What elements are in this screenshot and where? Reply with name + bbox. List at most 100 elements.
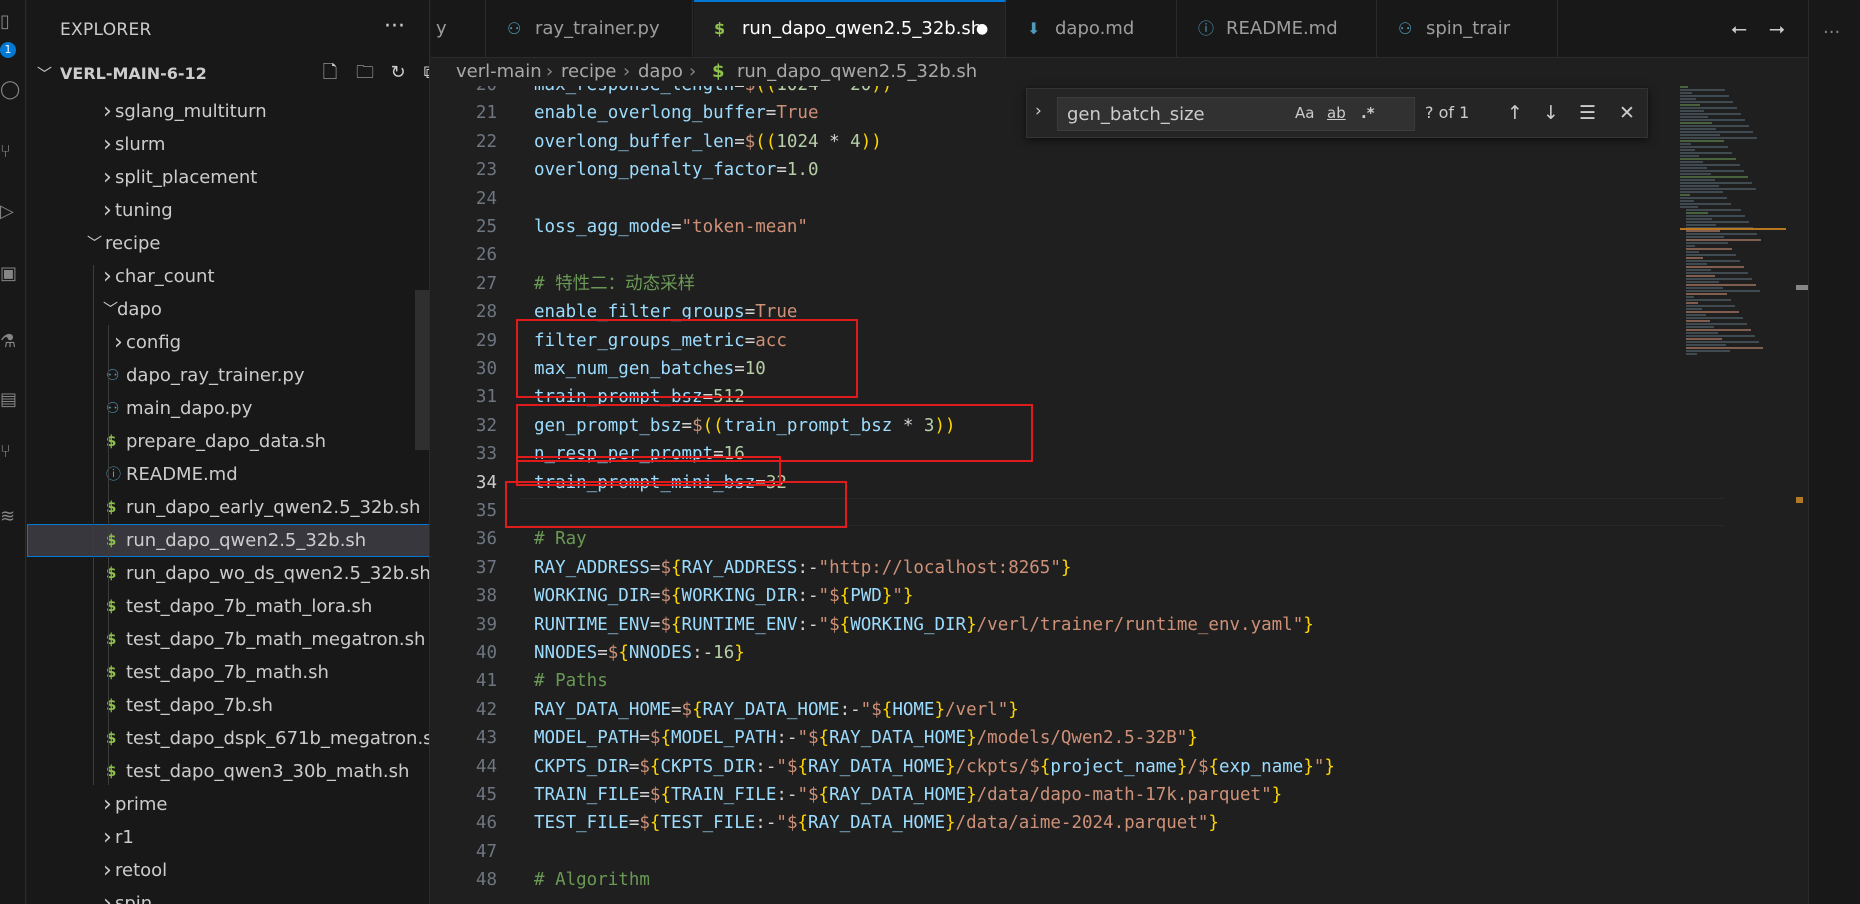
line-number: 45 [475, 785, 497, 805]
tab-ray-trainer-py[interactable]: ⚇ ray_trainer.py [487, 0, 693, 57]
tree-item-label: recipe [105, 233, 161, 254]
tab-readme-md[interactable]: ⓘ README.md [1178, 0, 1377, 57]
code-line[interactable]: 40 NNODES=${NNODES:-16} [431, 639, 1808, 667]
extensions-icon[interactable]: ▣ [0, 262, 22, 286]
code-line[interactable]: 26 [431, 241, 1808, 269]
tab-spin-trair[interactable]: ⚇ spin_trair [1378, 0, 1558, 57]
tree-item-slurm[interactable]: › slurm [27, 128, 429, 161]
minimap-line [1686, 287, 1723, 289]
tree-item-test-dapo-qwen3-30b-math-sh[interactable]: $ test_dapo_qwen3_30b_math.sh [27, 755, 429, 788]
tree-item-dapo[interactable]: ﹀ dapo [27, 293, 429, 326]
new-file-icon[interactable]: 🗋 [317, 60, 343, 86]
code-line[interactable]: 42 RAY_DATA_HOME=${RAY_DATA_HOME:-"${HOME… [431, 696, 1808, 724]
code-line[interactable]: 38 WORKING_DIR=${WORKING_DIR:-"${PWD}"} [431, 582, 1808, 610]
go-back-icon[interactable]: ⭠ [1731, 16, 1747, 40]
tree-item-test-dapo-dspk-671b-megatron-sh[interactable]: $ test_dapo_dspk_671b_megatron.sh [27, 722, 429, 755]
breadcrumb-item-recipe[interactable]: recipe [561, 58, 616, 86]
tree-item-prime[interactable]: › prime [27, 788, 429, 821]
code-line[interactable]: 36 # Ray [431, 525, 1808, 553]
code-line[interactable]: 39 RUNTIME_ENV=${RUNTIME_ENV:-"${WORKING_… [431, 611, 1808, 639]
tree-item-run-dapo-qwen2-5-32b-sh[interactable]: $ run_dapo_qwen2.5_32b.sh [27, 524, 429, 557]
chevron-down-icon: ﹀ [87, 234, 103, 252]
minimap[interactable] [1680, 86, 1790, 386]
tree-item-test-dapo-7b-math-megatron-sh[interactable]: $ test_dapo_7b_math_megatron.sh [27, 623, 429, 656]
unsaved-dot-icon[interactable]: ● [976, 2, 988, 56]
code-line[interactable]: 37 RAY_ADDRESS=${RAY_ADDRESS:-"http://loc… [431, 554, 1808, 582]
code-line[interactable]: 24 [431, 185, 1808, 213]
code-line[interactable]: 47 [431, 838, 1808, 866]
source-control-icon[interactable]: ⑂ [0, 140, 22, 164]
new-folder-icon[interactable]: 🗀 [352, 60, 378, 86]
code-line[interactable]: 46 TEST_FILE=${TEST_FILE:-"${RAY_DATA_HOM… [431, 809, 1808, 837]
project-header[interactable]: ﹀ VERL-MAIN-6-12 🗋 🗀 ↻ ⧉ [27, 58, 429, 88]
next-match-icon[interactable]: ↓ [1543, 101, 1559, 125]
tab-dapo-md[interactable]: ⬇ dapo.md [1007, 0, 1177, 57]
tree-item-label: README.md [126, 464, 238, 485]
testing-icon[interactable]: ⚗ [0, 330, 22, 354]
files-icon[interactable]: ▯ [0, 10, 22, 34]
match-case-toggle[interactable]: Aa [1295, 103, 1314, 123]
more-icon[interactable]: ··· [1823, 22, 1840, 43]
tree-item-retool[interactable]: › retool [27, 854, 429, 887]
tree-item-spin[interactable]: › spin [27, 887, 429, 904]
more-actions-icon[interactable]: ··· [384, 14, 405, 39]
search-icon[interactable]: ◯ [0, 78, 22, 102]
whole-word-toggle[interactable]: ab [1327, 103, 1346, 123]
tree-item-tuning[interactable]: › tuning [27, 194, 429, 227]
tree-item-label: test_dapo_7b.sh [126, 695, 273, 716]
breadcrumb-item-dapo[interactable]: dapo [638, 58, 683, 86]
breadcrumb-item-root[interactable]: verl-main [456, 58, 542, 86]
minimap-line [1680, 179, 1715, 181]
code-line[interactable]: 25 loss_agg_mode="token-mean" [431, 213, 1808, 241]
shell-icon: $ [712, 61, 725, 82]
sidebar-scrollbar[interactable] [415, 290, 429, 450]
line-number: 30 [475, 359, 497, 379]
line-number: 25 [475, 217, 497, 237]
github-icon[interactable]: ⑂ [0, 440, 22, 464]
tree-item-prepare-dapo-data-sh[interactable]: $ prepare_dapo_data.sh [27, 425, 429, 458]
go-forward-icon[interactable]: ⭢ [1769, 16, 1785, 40]
tree-item-test-dapo-7b-math-sh[interactable]: $ test_dapo_7b_math.sh [27, 656, 429, 689]
breadcrumb-item-file[interactable]: run_dapo_qwen2.5_32b.sh [737, 58, 977, 86]
code-line[interactable]: 41 # Paths [431, 667, 1808, 695]
close-icon[interactable]: ✕ [1619, 101, 1635, 125]
tree-item-dapo-ray-trainer-py[interactable]: ⚇ dapo_ray_trainer.py [27, 359, 429, 392]
line-number: 37 [475, 557, 497, 578]
refresh-icon[interactable]: ↻ [385, 60, 411, 86]
tree-item-r1[interactable]: › r1 [27, 821, 429, 854]
minimap-line [1686, 260, 1740, 262]
collapse-all-icon[interactable]: ⧉ [417, 60, 429, 86]
toggle-replace-icon[interactable]: › [1035, 101, 1042, 121]
run-debug-icon[interactable]: ▷ [0, 200, 22, 224]
code-text: RUNTIME_ENV=${RUNTIME_ENV:-"${WORKING_DI… [534, 614, 1314, 635]
line-number: 20 [431, 86, 497, 99]
tree-item-run-dapo-wo-ds-qwen2-5-32b-sh[interactable]: $ run_dapo_wo_ds_qwen2.5_32b.sh [27, 557, 429, 590]
code-line[interactable]: 45 TRAIN_FILE=${TRAIN_FILE:-"${RAY_DATA_H… [431, 781, 1808, 809]
chevron-right-icon: › [623, 61, 631, 82]
tab-y[interactable]: y [431, 0, 486, 57]
tree-item-char-count[interactable]: › char_count [27, 260, 429, 293]
find-in-selection-icon[interactable]: ☰ [1579, 101, 1596, 125]
code-line[interactable]: 48 # Algorithm [431, 866, 1808, 894]
code-line[interactable]: 44 CKPTS_DIR=${CKPTS_DIR:-"${RAY_DATA_HOM… [431, 753, 1808, 781]
tree-item-run-dapo-early-qwen2-5-32b-sh[interactable]: $ run_dapo_early_qwen2.5_32b.sh [27, 491, 429, 524]
previous-match-icon[interactable]: ↑ [1507, 101, 1523, 125]
code-line[interactable]: 43 MODEL_PATH=${MODEL_PATH:-"${RAY_DATA_H… [431, 724, 1808, 752]
cursor-position-marker [1796, 497, 1803, 503]
tree-item-sglang-multiturn[interactable]: › sglang_multiturn [27, 95, 429, 128]
stack-icon[interactable]: ≋ [0, 505, 22, 529]
tree-item-test-dapo-7b-sh[interactable]: $ test_dapo_7b.sh [27, 689, 429, 722]
tab-run-dapo-qwen2-5-32b-sh[interactable]: $ run_dapo_qwen2.5_32b.sh ● [694, 0, 1006, 57]
tree-item-recipe[interactable]: ﹀ recipe [27, 227, 429, 260]
code-line[interactable]: 27 # 特性二：动态采样 [431, 270, 1808, 298]
tree-item-readme-md[interactable]: ⓘ README.md [27, 458, 429, 491]
minimap-line [1686, 284, 1756, 286]
tree-item-split-placement[interactable]: › split_placement [27, 161, 429, 194]
remote-explorer-icon[interactable]: ▤ [0, 388, 22, 412]
tree-item-main-dapo-py[interactable]: ⚇ main_dapo.py [27, 392, 429, 425]
editor-scrollbar[interactable] [1793, 86, 1807, 904]
code-line[interactable]: 23 overlong_penalty_factor=1.0 [431, 156, 1808, 184]
tree-item-test-dapo-7b-math-lora-sh[interactable]: $ test_dapo_7b_math_lora.sh [27, 590, 429, 623]
regex-toggle[interactable]: .* [1361, 103, 1375, 123]
tree-item-config[interactable]: › config [27, 326, 429, 359]
